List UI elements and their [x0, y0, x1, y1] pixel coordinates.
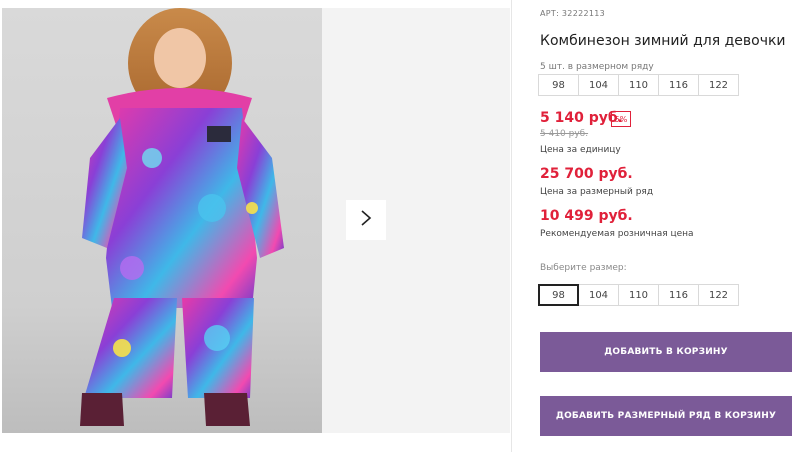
price-retail-caption: Рекомендуемая розничная цена: [540, 229, 694, 239]
product-sku: АРТ: 32222113: [540, 9, 606, 18]
size-option-110[interactable]: 110: [618, 284, 659, 306]
size-option-116[interactable]: 116: [658, 284, 699, 306]
size-row-note: 5 шт. в размерном ряду: [540, 62, 654, 72]
price-unit-caption: Цена за единицу: [540, 145, 621, 155]
price-row-caption: Цена за размерный ряд: [540, 187, 654, 197]
old-price: 5 410 руб.: [540, 129, 589, 139]
size-option-122[interactable]: 122: [698, 284, 739, 306]
discount-badge: 5%: [611, 111, 631, 127]
product-title: Комбинезон зимний для девочки: [540, 33, 786, 49]
size-option-104[interactable]: 104: [578, 284, 619, 306]
size-row-item: 98: [538, 74, 579, 96]
price-row: 25 700 руб.: [540, 166, 633, 182]
size-row-item: 110: [618, 74, 659, 96]
size-row-item: 116: [658, 74, 699, 96]
size-row-list: 98 104 110 116 122: [538, 74, 739, 96]
chevron-right-icon: [359, 209, 373, 231]
size-row-item: 104: [578, 74, 619, 96]
add-size-row-to-cart-button[interactable]: ДОБАВИТЬ РАЗМЕРНЫЙ РЯД В КОРЗИНУ: [540, 396, 792, 436]
gallery-next-button[interactable]: [346, 200, 386, 240]
size-selector-label: Выберите размер:: [540, 263, 627, 273]
panel-divider: [511, 0, 512, 452]
price-retail: 10 499 руб.: [540, 208, 633, 224]
size-selector: 98 104 110 116 122: [538, 284, 739, 306]
product-photo: [2, 8, 322, 433]
size-option-98[interactable]: 98: [538, 284, 579, 306]
add-to-cart-button[interactable]: ДОБАВИТЬ В КОРЗИНУ: [540, 332, 792, 372]
product-gallery: [0, 0, 512, 452]
size-row-item: 122: [698, 74, 739, 96]
